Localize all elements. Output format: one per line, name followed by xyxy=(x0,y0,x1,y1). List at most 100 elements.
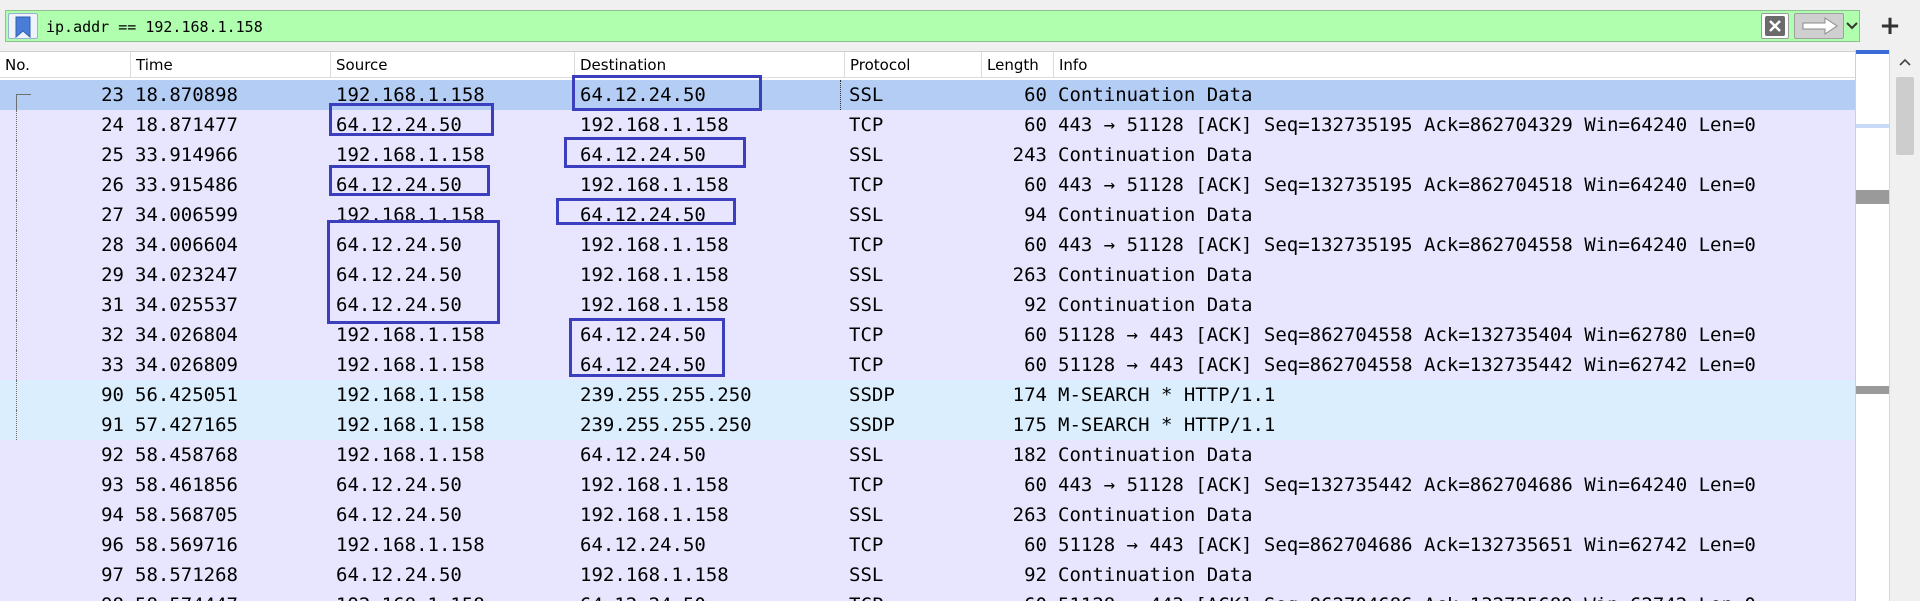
column-header-source[interactable]: Source xyxy=(330,52,574,78)
packet-info-cell: Continuation Data xyxy=(1058,294,1253,316)
packet-protocol-cell: SSL xyxy=(849,294,884,316)
packet-row[interactable]: 32 34.026804 192.168.1.158 64.12.24.50 TCP 60… xyxy=(0,320,1855,350)
packet-no-cell: 31 xyxy=(101,294,124,316)
packet-list-header: No. Time Source Destination Protocol Len… xyxy=(0,52,1855,78)
annotation-box xyxy=(572,75,762,111)
display-filter-field[interactable]: ip.addr == 192.168.1.158 xyxy=(5,10,1860,42)
packet-destination-cell: 192.168.1.158 xyxy=(580,504,729,526)
packet-time-cell: 58.571268 xyxy=(135,564,238,586)
packet-row[interactable]: 31 34.025537 64.12.24.50 192.168.1.158 SSL 92… xyxy=(0,290,1855,320)
packet-destination-cell: 192.168.1.158 xyxy=(580,264,729,286)
packet-no-cell: 94 xyxy=(101,504,124,526)
packet-row[interactable]: 23 18.870898 192.168.1.158 64.12.24.50 SSL 60… xyxy=(0,80,1855,111)
packet-info-cell: 51128 → 443 [ACK] Seq=862704558 Ack=1327… xyxy=(1058,354,1756,376)
packet-info-cell: Continuation Data xyxy=(1058,504,1253,526)
minimap-mark xyxy=(1856,386,1890,394)
packet-time-cell: 33.915486 xyxy=(135,174,238,196)
column-header-no[interactable]: No. xyxy=(0,52,130,78)
packet-no-cell: 91 xyxy=(101,414,124,436)
packet-row[interactable]: 92 58.458768 192.168.1.158 64.12.24.50 SSL 18… xyxy=(0,440,1855,470)
packet-row[interactable]: 96 58.569716 192.168.1.158 64.12.24.50 TCP 60… xyxy=(0,530,1855,560)
packet-row[interactable]: 28 34.006604 64.12.24.50 192.168.1.158 TCP 60… xyxy=(0,230,1855,260)
packet-row[interactable]: 91 57.427165 192.168.1.158 239.255.255.250 S… xyxy=(0,410,1855,440)
packet-no-cell: 27 xyxy=(101,204,124,226)
packet-info-cell: Continuation Data xyxy=(1058,444,1253,466)
packet-destination-cell: 239.255.255.250 xyxy=(580,384,752,406)
packet-no-cell: 33 xyxy=(101,354,124,376)
packet-time-cell: 33.914966 xyxy=(135,144,238,166)
packet-list-minimap[interactable] xyxy=(1855,50,1890,601)
packet-row[interactable]: 98 58.574447 192.168.1.158 64.12.24.50 TCP 60… xyxy=(0,590,1855,601)
clear-filter-button[interactable] xyxy=(1761,13,1789,39)
packet-time-cell: 34.006599 xyxy=(135,204,238,226)
packet-time-cell: 57.427165 xyxy=(135,414,238,436)
packet-no-cell: 32 xyxy=(101,324,124,346)
packet-length-cell: 92 xyxy=(1024,294,1047,316)
packet-no-cell: 28 xyxy=(101,234,124,256)
packet-length-cell: 92 xyxy=(1024,564,1047,586)
packet-info-cell: 443 → 51128 [ACK] Seq=132735442 Ack=8627… xyxy=(1058,474,1756,496)
bookmark-icon xyxy=(15,16,31,38)
packet-length-cell: 60 xyxy=(1024,174,1047,196)
packet-time-cell: 58.574447 xyxy=(135,590,238,601)
display-filter-toolbar: ip.addr == 192.168.1.158 + xyxy=(0,0,1920,52)
packet-length-cell: 60 xyxy=(1024,354,1047,376)
packet-row[interactable]: 29 34.023247 64.12.24.50 192.168.1.158 SSL 26… xyxy=(0,260,1855,290)
packet-destination-cell: 192.168.1.158 xyxy=(580,564,729,586)
packet-protocol-cell: SSL xyxy=(849,564,884,586)
packet-row[interactable]: 93 58.461856 64.12.24.50 192.168.1.158 TCP 60… xyxy=(0,470,1855,500)
packet-row[interactable]: 90 56.425051 192.168.1.158 239.255.255.250 S… xyxy=(0,380,1855,410)
packet-destination-cell: 192.168.1.158 xyxy=(580,294,729,316)
column-header-time[interactable]: Time xyxy=(130,52,330,78)
cell-focus-indicator xyxy=(840,80,842,110)
scrollbar-thumb[interactable] xyxy=(1896,77,1914,155)
packet-length-cell: 60 xyxy=(1024,474,1047,496)
scroll-up-arrow-icon[interactable] xyxy=(1899,58,1911,66)
packet-no-cell: 97 xyxy=(101,564,124,586)
packet-length-cell: 60 xyxy=(1024,84,1047,106)
packet-row[interactable]: 24 18.871477 64.12.24.50 192.168.1.158 TCP 60… xyxy=(0,110,1855,140)
packet-no-cell: 26 xyxy=(101,174,124,196)
packet-protocol-cell: TCP xyxy=(849,474,884,496)
packet-protocol-cell: TCP xyxy=(849,114,884,136)
packet-no-cell: 90 xyxy=(101,384,124,406)
packet-source-cell: 192.168.1.158 xyxy=(336,590,485,601)
packet-protocol-cell: SSL xyxy=(849,84,884,106)
packet-row[interactable]: 26 33.915486 64.12.24.50 192.168.1.158 TCP 60… xyxy=(0,170,1855,200)
packet-info-cell: 443 → 51128 [ACK] Seq=132735195 Ack=8627… xyxy=(1058,174,1756,196)
packet-row[interactable]: 27 34.006599 192.168.1.158 64.12.24.50 SSL 94… xyxy=(0,200,1855,230)
packet-row[interactable]: 25 33.914966 192.168.1.158 64.12.24.50 SSL 24… xyxy=(0,140,1855,170)
packet-source-cell: 192.168.1.158 xyxy=(336,414,485,436)
packet-source-cell: 192.168.1.158 xyxy=(336,354,485,376)
column-header-info[interactable]: Info xyxy=(1053,52,1855,78)
packet-no-cell: 93 xyxy=(101,474,124,496)
filter-bookmark-button[interactable] xyxy=(8,13,38,39)
packet-length-cell: 60 xyxy=(1024,534,1047,556)
filter-history-dropdown[interactable] xyxy=(1846,13,1858,39)
packet-no-cell: 96 xyxy=(101,534,124,556)
packet-info-cell: 443 → 51128 [ACK] Seq=132735195 Ack=8627… xyxy=(1058,114,1756,136)
vertical-scrollbar[interactable] xyxy=(1889,50,1920,601)
packet-info-cell: Continuation Data xyxy=(1058,204,1253,226)
packet-destination-cell: 192.168.1.158 xyxy=(580,474,729,496)
packet-row[interactable]: 94 58.568705 64.12.24.50 192.168.1.158 SSL 26… xyxy=(0,500,1855,530)
column-header-length[interactable]: Length xyxy=(981,52,1053,78)
packet-time-cell: 18.871477 xyxy=(135,114,238,136)
filter-expression-input[interactable]: ip.addr == 192.168.1.158 xyxy=(46,16,263,38)
packet-length-cell: 60 xyxy=(1024,324,1047,346)
packet-protocol-cell: TCP xyxy=(849,354,884,376)
packet-protocol-cell: SSDP xyxy=(849,414,895,436)
add-filter-button-plus-icon[interactable]: + xyxy=(1876,13,1904,40)
annotation-box xyxy=(329,103,494,136)
packet-length-cell: 60 xyxy=(1024,114,1047,136)
apply-filter-button[interactable] xyxy=(1794,13,1844,39)
packet-no-cell: 92 xyxy=(101,444,124,466)
column-header-protocol[interactable]: Protocol xyxy=(844,52,981,78)
packet-info-cell: M-SEARCH * HTTP/1.1 xyxy=(1058,384,1276,406)
minimap-mark xyxy=(1856,124,1890,128)
packet-row[interactable]: 97 58.571268 64.12.24.50 192.168.1.158 SSL 92… xyxy=(0,560,1855,590)
packet-protocol-cell: TCP xyxy=(849,234,884,256)
packet-row[interactable]: 33 34.026809 192.168.1.158 64.12.24.50 TCP 60… xyxy=(0,350,1855,380)
packet-length-cell: 94 xyxy=(1024,204,1047,226)
packet-destination-cell: 64.12.24.50 xyxy=(580,444,706,466)
